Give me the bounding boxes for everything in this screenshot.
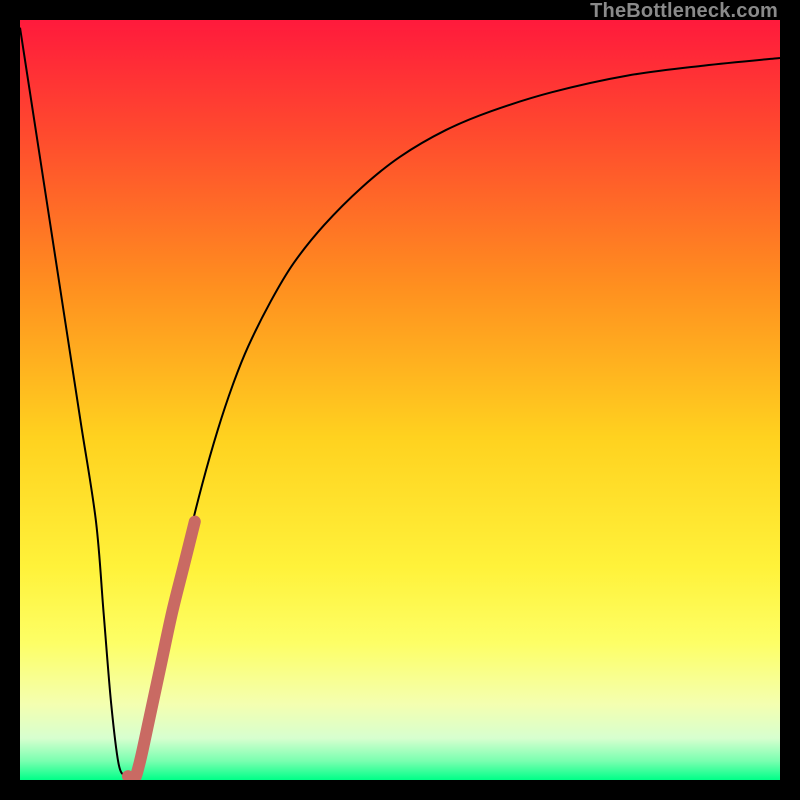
plot-area [20, 20, 780, 780]
chart-svg [20, 20, 780, 780]
gradient-background [20, 20, 780, 780]
chart-frame: TheBottleneck.com [0, 0, 800, 800]
